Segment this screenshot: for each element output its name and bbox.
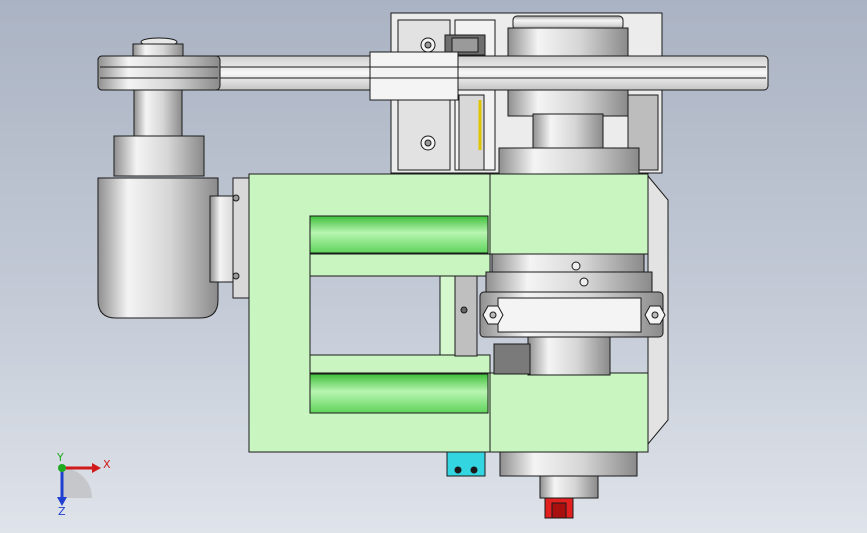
driven-pulley-upper xyxy=(498,15,640,177)
electrical-connector xyxy=(446,451,486,477)
triad-y-label: Y xyxy=(57,451,64,464)
assembly-drawing xyxy=(57,12,769,519)
triad-z-label: Z xyxy=(58,505,66,518)
coordinate-triad xyxy=(57,463,101,506)
motor-pulley xyxy=(97,37,221,91)
cad-viewport[interactable]: X Y Z xyxy=(0,0,867,533)
electric-motor xyxy=(97,177,254,319)
red-handle xyxy=(544,497,574,519)
motor-shaft-housing xyxy=(113,89,205,177)
roller-upper xyxy=(309,215,489,254)
vertical-rail xyxy=(454,275,478,357)
bearing-housing xyxy=(479,253,664,338)
roller-lower xyxy=(309,373,489,414)
triad-x-label: X xyxy=(103,458,111,471)
y-axis-dot xyxy=(58,464,66,472)
